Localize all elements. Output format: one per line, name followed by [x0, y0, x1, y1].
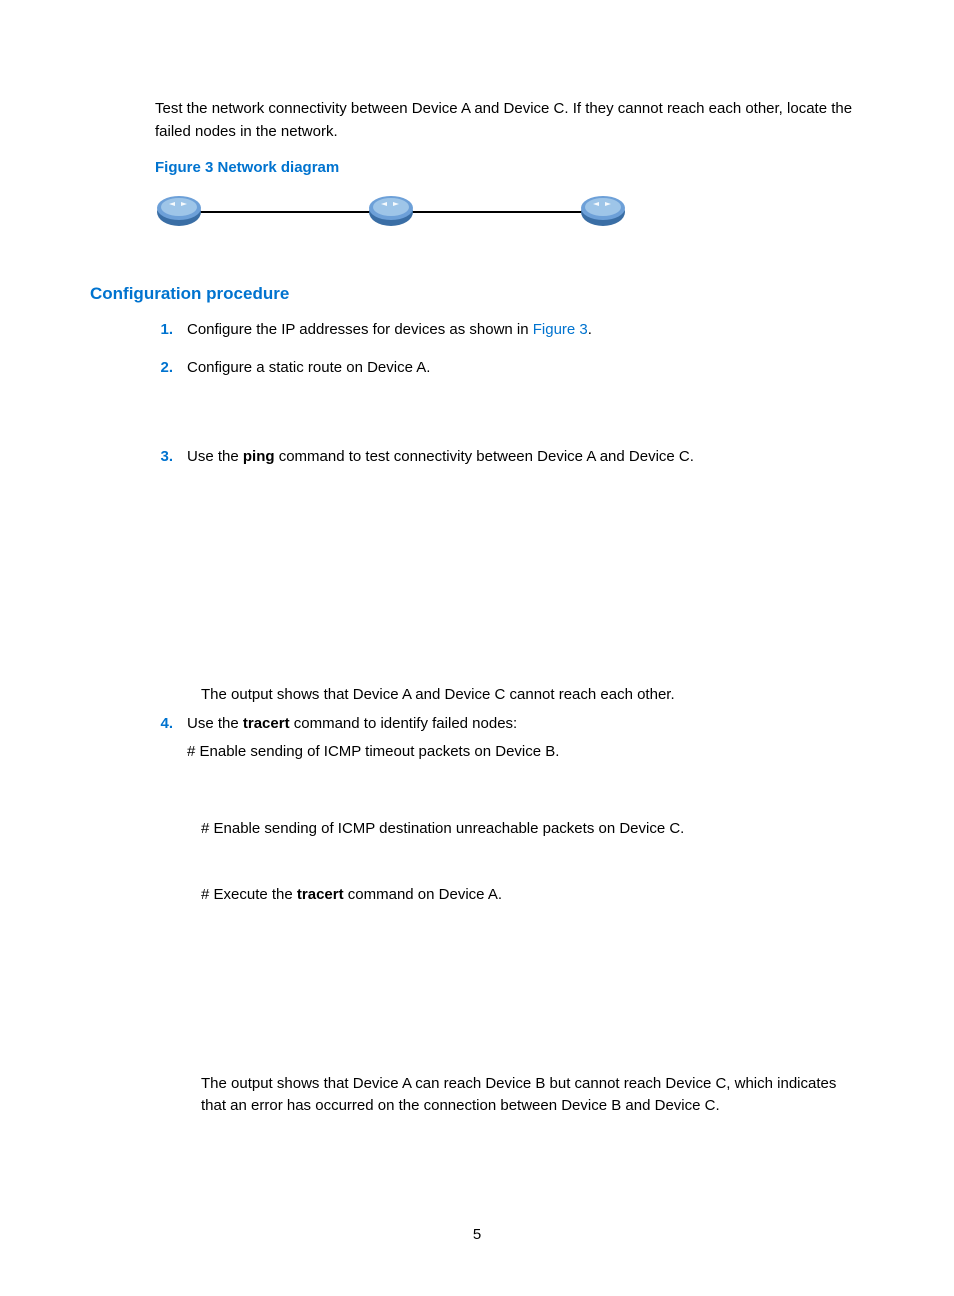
step-4: 4. Use the tracert command to identify f…	[90, 713, 864, 770]
step-3-output: The output shows that Device A and Devic…	[201, 684, 864, 707]
step-number: 2.	[155, 357, 187, 386]
step-4-sub2: # Enable sending of ICMP destination unr…	[201, 818, 864, 841]
step-text: Configure a static route on Device A.	[187, 357, 864, 380]
step-2: 2. Configure a static route on Device A.	[90, 357, 864, 386]
router-c-icon	[581, 196, 625, 226]
step-text: Use the tracert command to identify fail…	[187, 713, 864, 736]
step-text: Use the ping command to test connectivit…	[187, 446, 864, 469]
step-number: 4.	[155, 713, 187, 770]
router-b-icon	[369, 196, 413, 226]
network-diagram	[155, 190, 864, 242]
step-4-sub3: # Execute the tracert command on Device …	[201, 884, 864, 907]
figure-link[interactable]: Figure 3	[533, 321, 588, 338]
step-number: 1.	[155, 319, 187, 348]
figure-caption: Figure 3 Network diagram	[155, 157, 864, 180]
router-a-icon	[157, 196, 201, 226]
intro-text: Test the network connectivity between De…	[155, 98, 864, 143]
step-4-output: The output shows that Device A can reach…	[201, 1073, 864, 1118]
step-sub: # Enable sending of ICMP timeout packets…	[187, 741, 864, 764]
step-3: 3. Use the ping command to test connecti…	[90, 446, 864, 475]
step-1: 1. Configure the IP addresses for device…	[90, 319, 864, 348]
step-text: Configure the IP addresses for devices a…	[187, 319, 864, 342]
page-number: 5	[0, 1224, 954, 1247]
step-number: 3.	[155, 446, 187, 475]
section-heading: Configuration procedure	[90, 281, 864, 307]
